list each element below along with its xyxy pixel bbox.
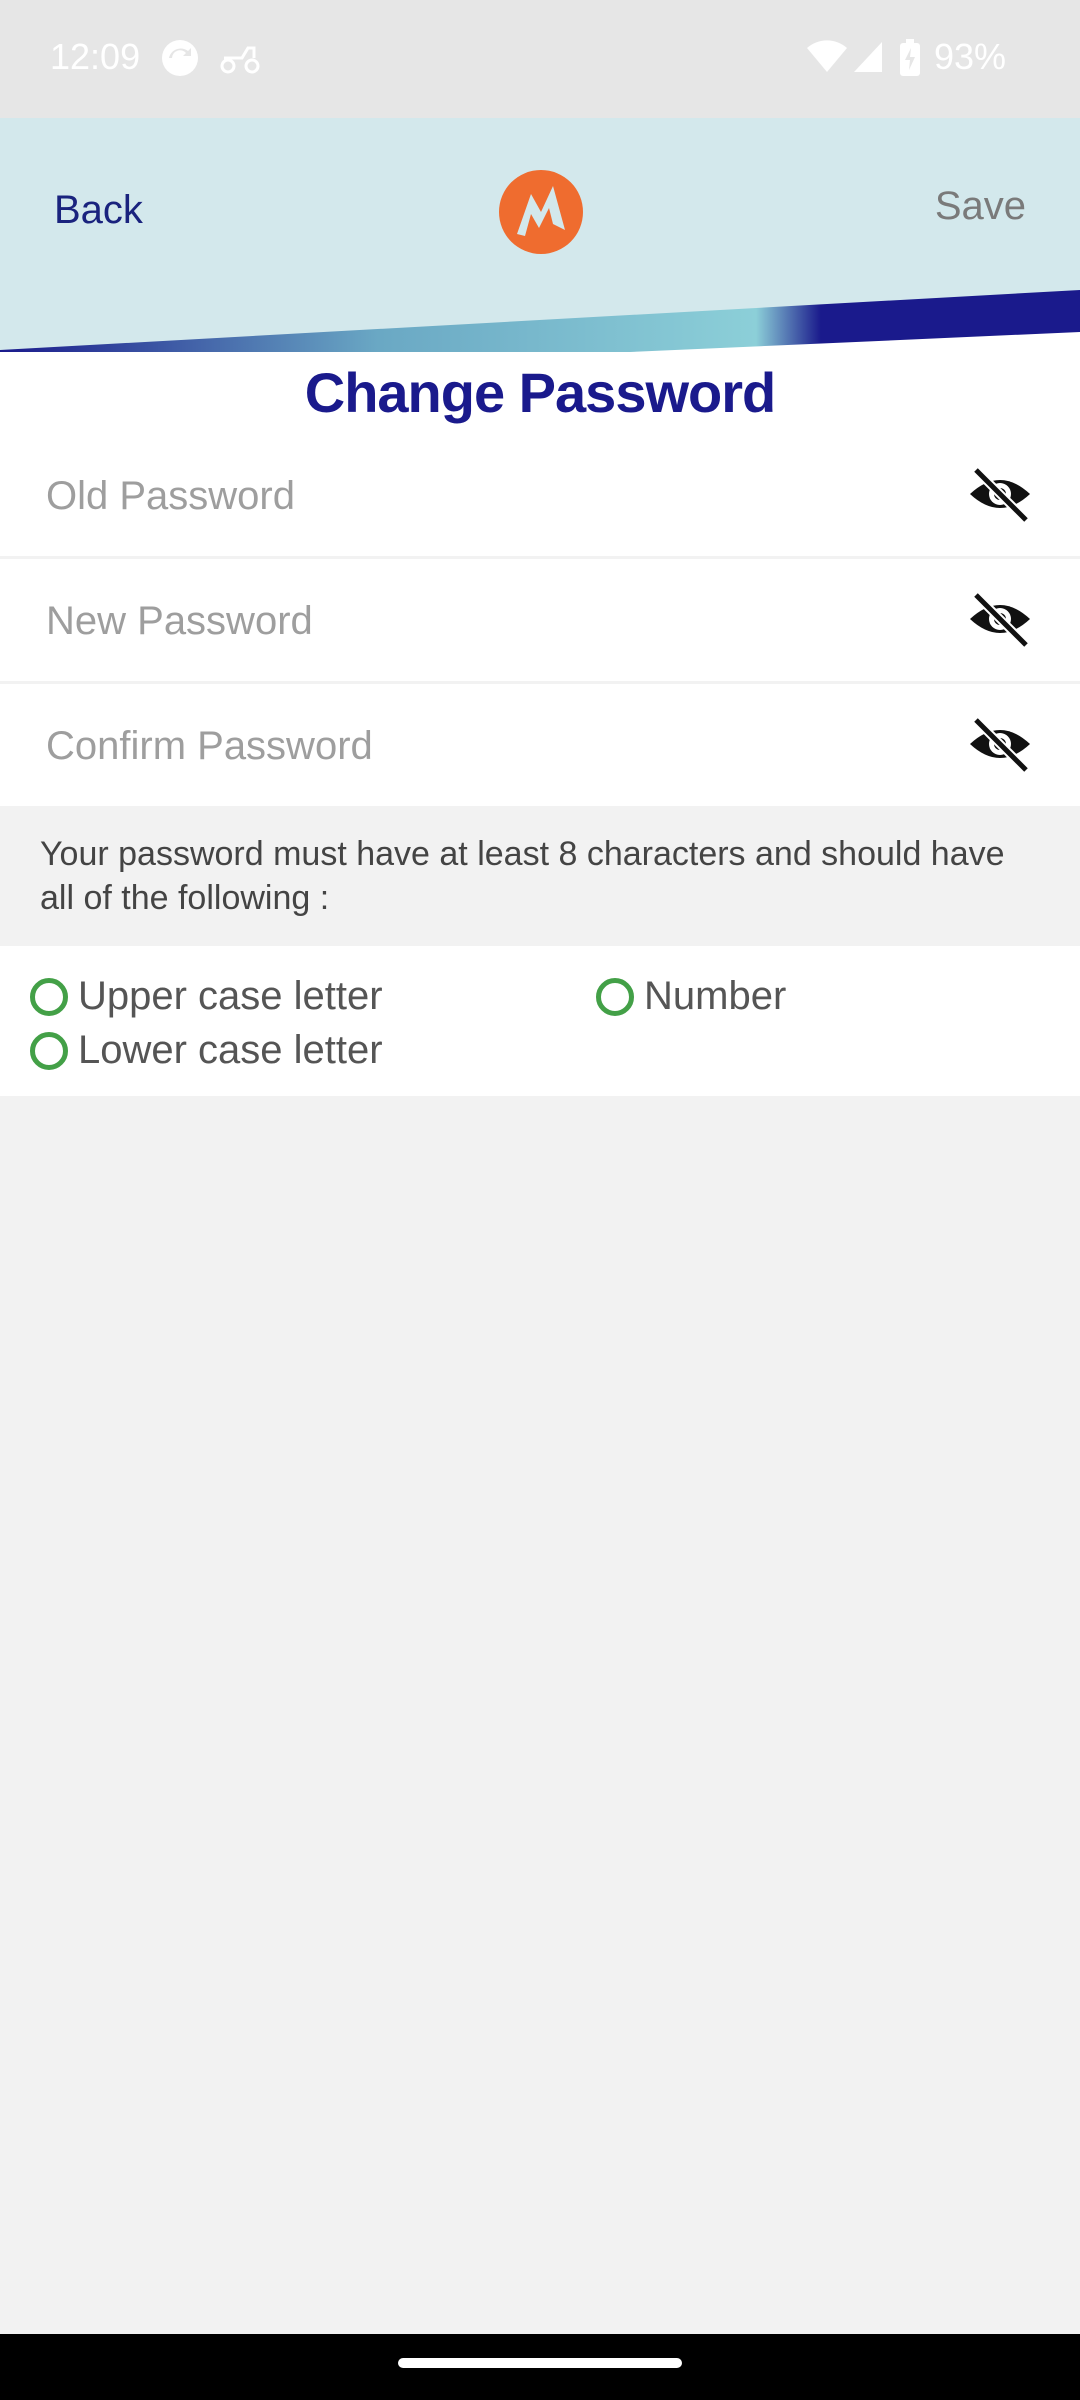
password-requirements: Upper case letter Number Lower case letter (0, 946, 1080, 1096)
confirm-password-field (0, 684, 1080, 806)
status-time: 12:09 (50, 36, 141, 77)
old-password-field (0, 434, 1080, 556)
check-circle-icon (596, 977, 634, 1016)
confirm-password-input[interactable] (44, 710, 928, 782)
password-rules-text: Your password must have at least 8 chara… (40, 835, 1005, 917)
requirement-label: Lower case letter (78, 1028, 383, 1072)
sync-notification-icon (162, 40, 198, 76)
back-button[interactable]: Back (54, 188, 143, 233)
delivery-notification-icon (220, 46, 260, 74)
requirement-lower-case: Lower case letter (30, 1028, 383, 1073)
requirement-label: Upper case letter (78, 974, 383, 1018)
brand-logo-icon (499, 170, 583, 254)
requirement-upper-case: Upper case letter (30, 974, 383, 1019)
status-bar: 12:09 93% (0, 0, 1080, 118)
requirement-number: Number (596, 974, 786, 1019)
home-gesture-handle[interactable] (398, 2358, 682, 2368)
battery-percent: 93% (933, 36, 1006, 77)
save-button[interactable]: Save (935, 184, 1026, 229)
signal-icon (854, 42, 882, 72)
requirement-label: Number (644, 974, 787, 1018)
old-password-input[interactable] (44, 460, 928, 532)
new-password-field (0, 559, 1080, 681)
app-header: Back Save (0, 118, 1080, 380)
battery-icon (900, 39, 920, 76)
eye-off-icon[interactable] (968, 589, 1032, 649)
wifi-icon (807, 40, 847, 72)
check-circle-icon (30, 1031, 68, 1070)
new-password-input[interactable] (44, 585, 928, 657)
eye-off-icon[interactable] (968, 714, 1032, 774)
eye-off-icon[interactable] (968, 464, 1032, 524)
password-rules-info: Your password must have at least 8 chara… (0, 806, 1080, 946)
title-bar: Change Password (0, 352, 1080, 434)
check-circle-icon (30, 977, 68, 1016)
page-title: Change Password (304, 361, 776, 424)
system-nav-bar (0, 2334, 1080, 2400)
